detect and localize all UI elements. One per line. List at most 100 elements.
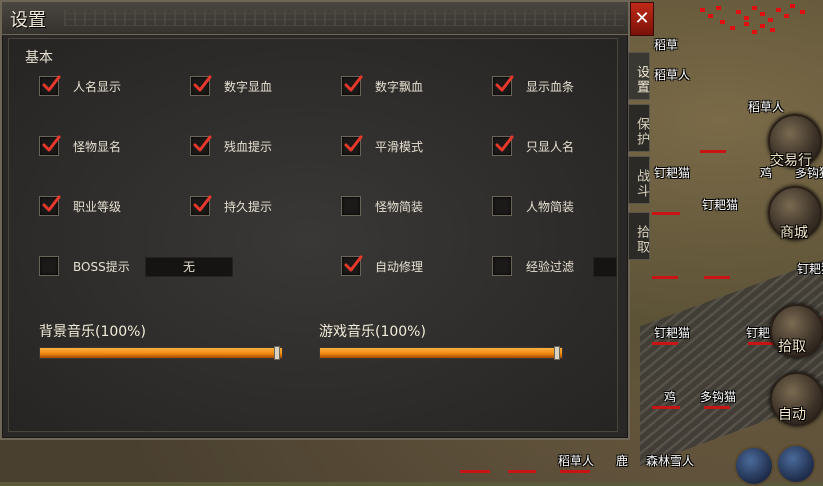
npc-label[interactable]: 多钩猫: [700, 388, 736, 405]
option-monster-name[interactable]: 怪物显名: [39, 135, 121, 157]
auto-repair-checkbox[interactable]: [341, 255, 363, 276]
option-auto-repair[interactable]: 自动修理: [341, 255, 423, 277]
exp-filter-checkbox[interactable]: [492, 256, 512, 276]
checkmark-icon: [42, 135, 61, 152]
checkmark-icon: [42, 75, 61, 92]
health-bar: [652, 342, 678, 345]
npc-label[interactable]: 钉耙猫: [702, 196, 738, 213]
option-monster-simple[interactable]: 怪物简装: [341, 195, 423, 217]
map-marker: [720, 20, 725, 24]
map-marker: [790, 4, 795, 8]
skill-icon[interactable]: [734, 446, 774, 486]
option-float-hp[interactable]: 数字飘血: [341, 75, 423, 97]
game-music-thumb[interactable]: [554, 346, 560, 360]
option-name-display[interactable]: 人名显示: [39, 75, 121, 97]
title-ornament: [64, 10, 624, 26]
option-label: 自动修理: [375, 259, 424, 274]
health-bar: [704, 276, 730, 279]
checkmark-icon: [495, 75, 514, 92]
game-music-fill: [320, 348, 562, 358]
map-marker: [708, 14, 713, 18]
health-bar: [460, 470, 490, 473]
npc-label[interactable]: 稻草人: [748, 98, 784, 115]
map-marker: [752, 30, 757, 34]
npc-label[interactable]: 钉耙猫: [654, 164, 690, 181]
boss-alert-value[interactable]: 无: [145, 257, 233, 277]
map-marker: [784, 14, 789, 18]
map-marker: [776, 8, 781, 12]
map-marker: [800, 10, 805, 14]
option-label: 持久提示: [224, 199, 273, 214]
game-music-slider[interactable]: [319, 346, 563, 360]
npc-label[interactable]: 森林雪人: [646, 452, 694, 469]
tab-pickup[interactable]: 拾取: [628, 212, 650, 260]
map-marker: [760, 24, 765, 28]
checkmark-icon: [344, 75, 363, 92]
float-hp-checkbox[interactable]: [341, 75, 363, 96]
option-label: 只显人名: [526, 139, 575, 154]
option-label: 数字飘血: [375, 79, 424, 94]
option-label: 职业等级: [73, 199, 122, 214]
option-label: 经验过滤: [526, 259, 575, 274]
trade-label: 交易行: [770, 153, 812, 169]
map-marker: [760, 12, 765, 16]
only-player-name-checkbox[interactable]: [492, 135, 514, 156]
low-hp-alert-checkbox[interactable]: [190, 135, 212, 156]
npc-label[interactable]: 稻草: [654, 36, 678, 53]
close-button[interactable]: ✕: [630, 2, 654, 36]
hp-bar-checkbox[interactable]: [492, 75, 514, 96]
exp-filter-value[interactable]: [593, 257, 617, 277]
option-label: 显示血条: [526, 79, 575, 94]
npc-label[interactable]: 稻草人: [558, 452, 594, 469]
option-boss-alert[interactable]: BOSS提示: [39, 255, 130, 277]
boss-alert-checkbox[interactable]: [39, 256, 59, 276]
bg-music-slider[interactable]: [39, 346, 283, 360]
option-label: 平滑模式: [375, 139, 424, 154]
smooth-mode-checkbox[interactable]: [341, 135, 363, 156]
option-label: 怪物简装: [375, 199, 424, 214]
option-durability-alert[interactable]: 持久提示: [190, 195, 272, 217]
bg-music-label: 背景音乐(100%): [39, 324, 146, 340]
npc-label[interactable]: 钉耙猫: [654, 324, 690, 341]
option-num-hp[interactable]: 数字显血: [190, 75, 272, 97]
option-label: BOSS提示: [73, 259, 130, 274]
settings-content: 基本 人名显示 数字显血 数字飘血 显示血条怪物显名 残血提示 平滑模式 只显人名职业等级 持…: [8, 38, 618, 432]
shop-label: 商城: [780, 225, 808, 241]
name-display-checkbox[interactable]: [39, 75, 61, 96]
checkmark-icon: [42, 195, 61, 212]
option-label: 人名显示: [73, 79, 122, 94]
option-low-hp-alert[interactable]: 残血提示: [190, 135, 272, 157]
health-bar: [700, 150, 726, 153]
npc-label[interactable]: 钉耙猫: [797, 260, 823, 277]
map-marker: [744, 16, 749, 20]
npc-label[interactable]: 稻草人: [654, 66, 690, 83]
map-marker: [700, 8, 705, 12]
option-exp-filter[interactable]: 经验过滤: [492, 255, 574, 277]
tab-settings[interactable]: 设置: [628, 52, 650, 100]
bg-music-fill: [40, 348, 282, 358]
player-simple-checkbox[interactable]: [492, 196, 512, 216]
title-bar: 设置: [2, 2, 628, 35]
checkmark-icon: [193, 135, 212, 152]
npc-label[interactable]: 鸡: [664, 388, 676, 405]
health-bar: [560, 470, 590, 473]
option-player-simple[interactable]: 人物简装: [492, 195, 574, 217]
tab-battle[interactable]: 战斗: [628, 156, 650, 204]
option-hp-bar[interactable]: 显示血条: [492, 75, 574, 97]
option-class-level[interactable]: 职业等级: [39, 195, 121, 217]
npc-label[interactable]: 鹿: [616, 452, 628, 469]
bg-music-thumb[interactable]: [274, 346, 280, 360]
class-level-checkbox[interactable]: [39, 195, 61, 216]
option-label: 人物简装: [526, 199, 575, 214]
tab-protect[interactable]: 保护: [628, 104, 650, 152]
sound-icon[interactable]: [776, 444, 816, 484]
option-only-player-name[interactable]: 只显人名: [492, 135, 574, 157]
pickup-label: 拾取: [778, 339, 806, 355]
monster-name-checkbox[interactable]: [39, 135, 61, 156]
num-hp-checkbox[interactable]: [190, 75, 212, 96]
option-smooth-mode[interactable]: 平滑模式: [341, 135, 423, 157]
section-title-basic: 基本: [25, 50, 53, 66]
game-music-label: 游戏音乐(100%): [319, 324, 426, 340]
durability-alert-checkbox[interactable]: [190, 195, 212, 216]
monster-simple-checkbox[interactable]: [341, 196, 361, 216]
